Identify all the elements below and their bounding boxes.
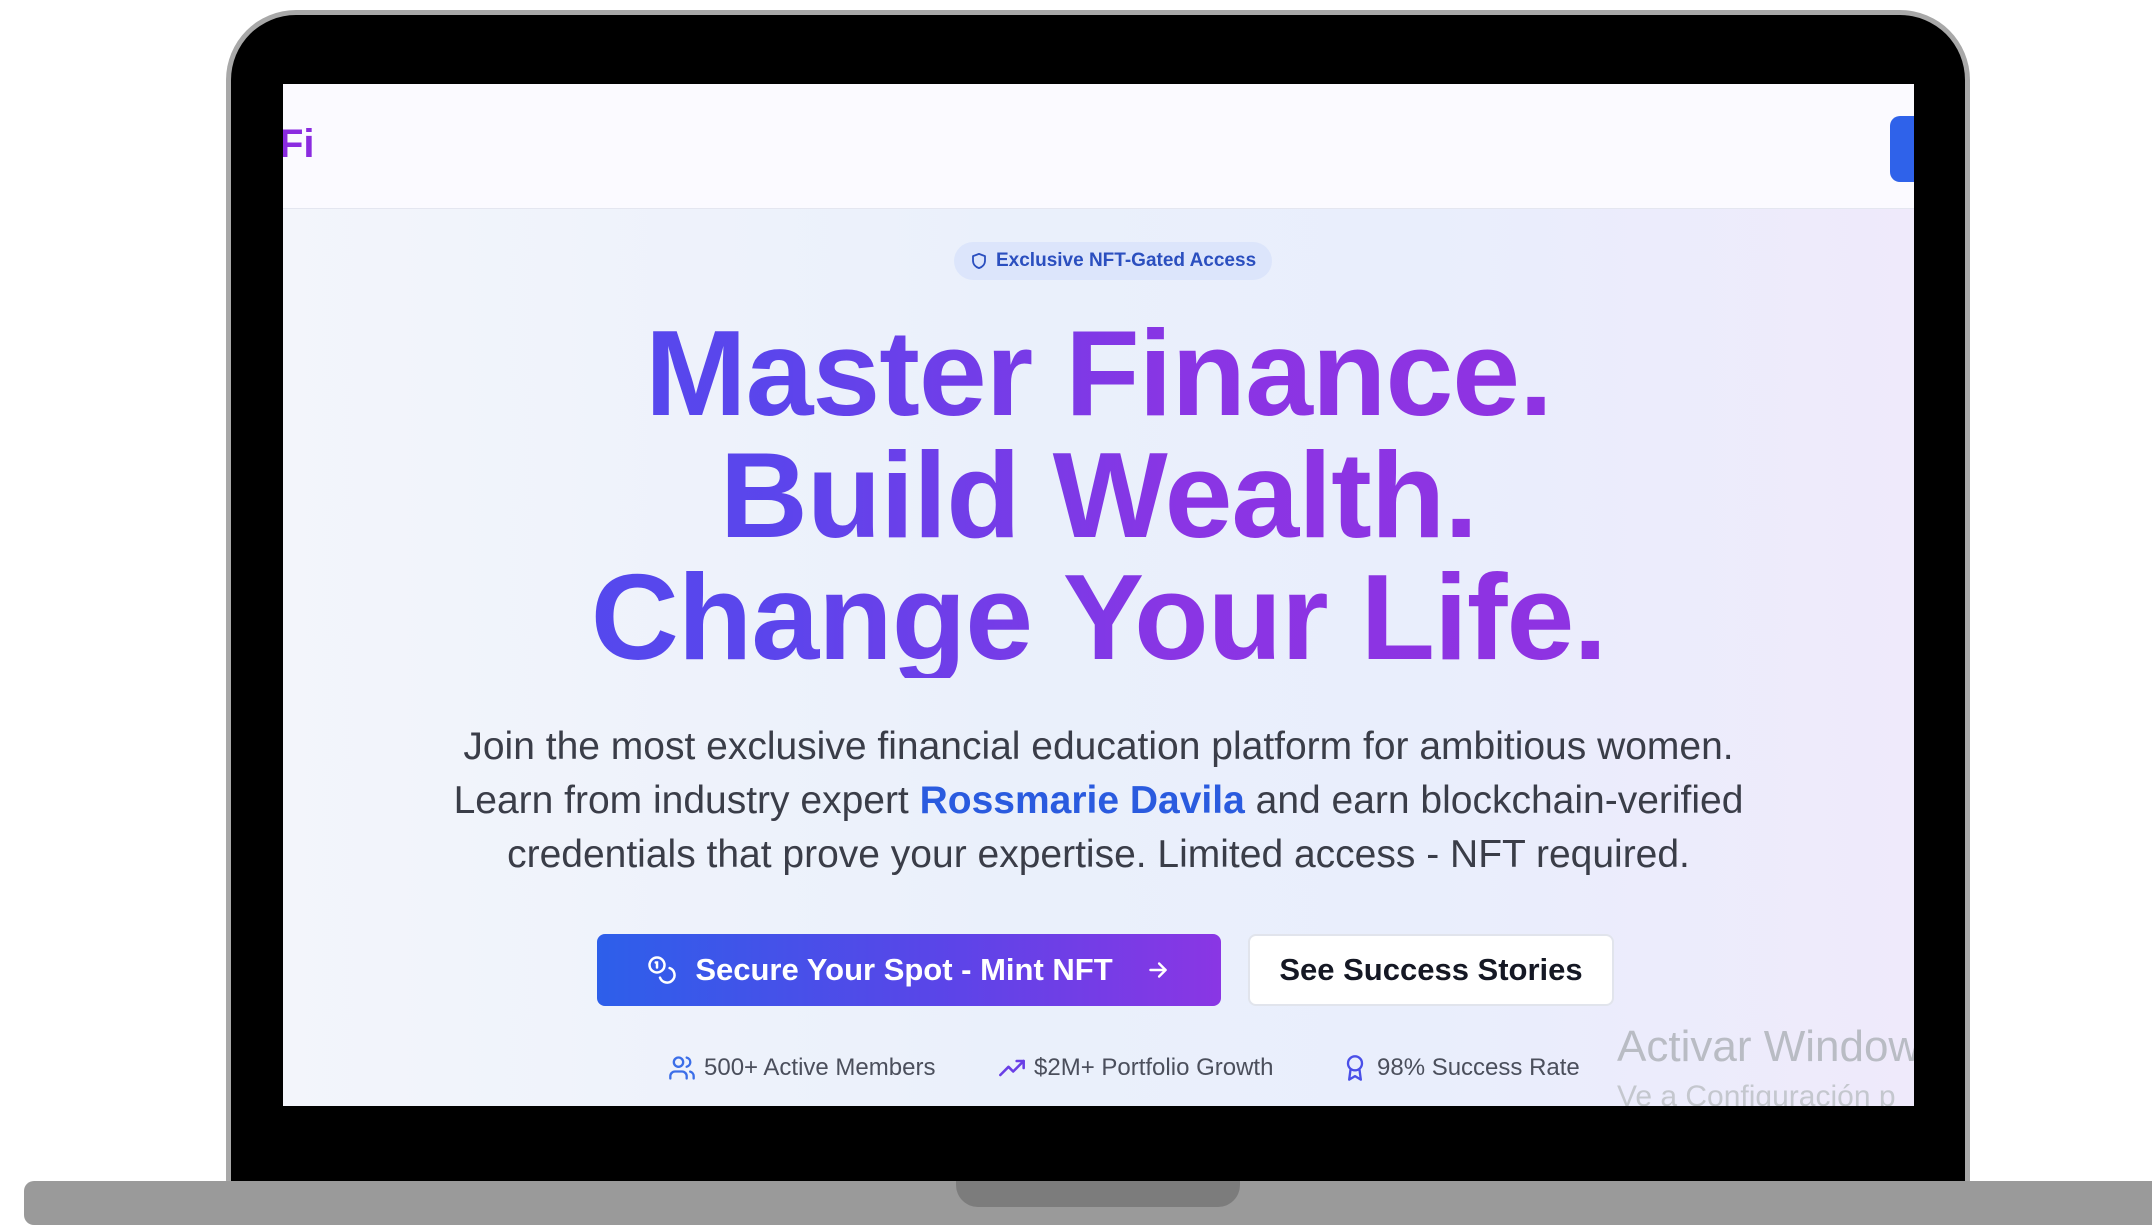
trending-up-icon: [999, 1059, 1025, 1077]
laptop-notch: [956, 1181, 1240, 1207]
os-activation-hint: Ve a Configuración p: [1617, 1080, 1896, 1106]
hero-description: Join the most exclusive financial educat…: [413, 720, 1784, 882]
stat-members: 500+ Active Members: [668, 1054, 935, 1082]
coins-icon: [648, 956, 677, 984]
site-logo[interactable]: Fi: [283, 122, 315, 167]
headline-line-2: Build Wealth.: [719, 427, 1478, 563]
headline-line-3: Change Your Life.: [590, 549, 1607, 685]
shield-icon: [972, 252, 986, 270]
stat-success: 98% Success Rate: [1341, 1054, 1580, 1082]
header-cta-button[interactable]: [1890, 116, 1914, 182]
access-badge: Exclusive NFT-Gated Access: [954, 242, 1273, 280]
award-icon: [1346, 1055, 1364, 1081]
site-header: Fi: [283, 84, 1914, 209]
expert-name-link[interactable]: Rossmarie Davila: [920, 779, 1245, 822]
stat-portfolio-label: $2M+ Portfolio Growth: [1034, 1054, 1274, 1081]
mint-nft-label: Secure Your Spot - Mint NFT: [695, 952, 1113, 987]
mint-nft-button[interactable]: Secure Your Spot - Mint NFT: [597, 934, 1221, 1006]
stat-members-label: 500+ Active Members: [704, 1054, 936, 1081]
badge-label: Exclusive NFT-Gated Access: [996, 250, 1257, 271]
stat-success-label: 98% Success Rate: [1377, 1054, 1580, 1081]
headline-line-1: Master Finance.: [644, 305, 1553, 441]
os-activation-watermark: Activar Window: [1617, 1022, 1914, 1071]
success-stories-button[interactable]: See Success Stories: [1248, 934, 1614, 1006]
hero-headline: Master Finance. Build Wealth. Change You…: [283, 312, 1914, 678]
browser-screen: Fi Exclusive NFT-Gated Access Master Fin…: [283, 84, 1914, 1106]
users-icon: [669, 1056, 695, 1080]
stat-portfolio: $2M+ Portfolio Growth: [998, 1054, 1273, 1082]
arrow-right-icon: [1148, 962, 1167, 978]
